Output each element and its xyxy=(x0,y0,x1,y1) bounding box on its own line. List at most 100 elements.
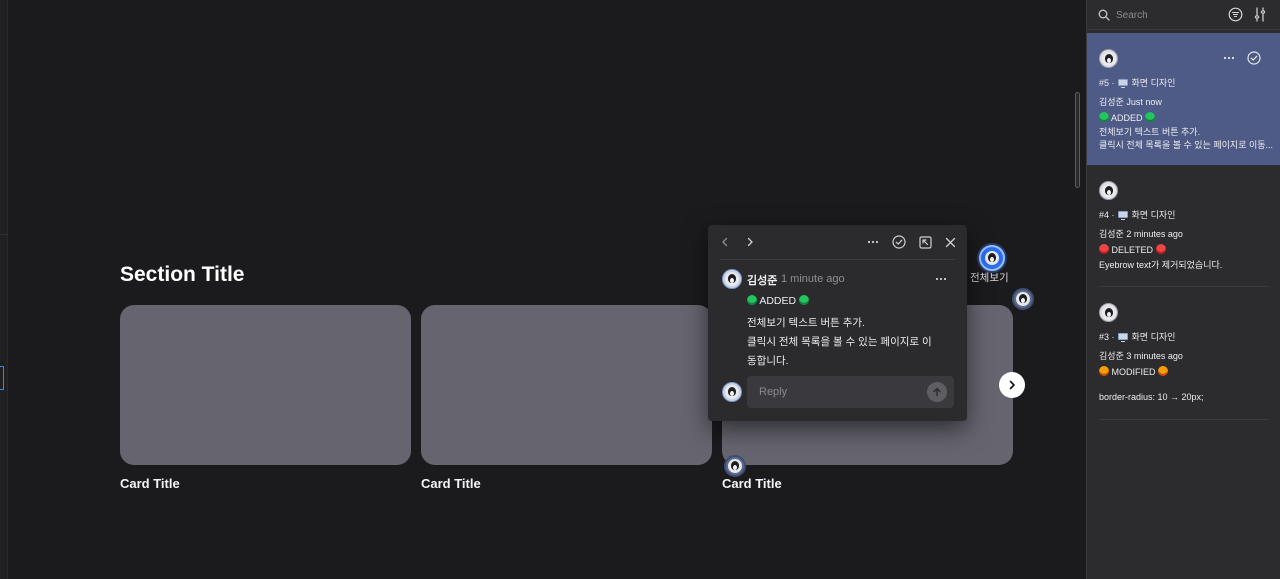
thread-frame: 화면 디자인 xyxy=(1131,210,1176,220)
avatar xyxy=(1016,292,1030,306)
thread-author-line: 김성준 Just now xyxy=(1099,95,1162,108)
comment-pin-3[interactable] xyxy=(724,455,746,477)
comment-pin-4[interactable] xyxy=(1012,288,1034,310)
comment-status: ADDED xyxy=(759,295,797,307)
comment-popup-toolbar xyxy=(708,225,967,259)
left-edge-strip xyxy=(0,0,8,579)
see-all-link[interactable]: 전체보기 xyxy=(970,270,1009,285)
thread-body-line: border-radius: 10 → 20px; xyxy=(1099,392,1204,402)
card-title-1: Card Title xyxy=(120,476,180,491)
green-circle-icon xyxy=(1145,112,1156,122)
thread-status: DELETED xyxy=(1111,245,1154,255)
avatar xyxy=(728,459,742,473)
comment-author: 김성준 xyxy=(747,275,778,287)
card-image-2 xyxy=(421,305,712,465)
next-comment-button[interactable] xyxy=(741,233,759,251)
more-icon xyxy=(935,277,947,281)
left-edge-divider xyxy=(0,234,8,235)
reply-box xyxy=(747,376,954,408)
thread-time: 3 minutes ago xyxy=(1126,351,1183,361)
more-icon xyxy=(867,240,879,244)
filter-icon xyxy=(1228,7,1243,22)
thread-frame: 화면 디자인 xyxy=(1131,332,1176,342)
thread-heading: #4 · 화면 디자인 xyxy=(1099,210,1176,220)
open-in-panel-button[interactable] xyxy=(916,233,934,251)
thread-body-line: Eyebrow text가 제거되었습니다. xyxy=(1099,260,1223,270)
comment-body-line: 전체보기 텍스트 버튼 추가. xyxy=(747,317,865,329)
left-edge-selection-marker xyxy=(0,366,4,390)
comment-more-button[interactable] xyxy=(932,270,950,288)
filter-button[interactable] xyxy=(1228,7,1243,27)
sliders-icon xyxy=(1254,7,1266,22)
green-circle-icon xyxy=(1099,112,1109,122)
comment-thread-4[interactable]: #4 · 화면 디자인 김성준 2 minutes ago DELETED Ey… xyxy=(1087,165,1280,287)
thread-frame: 화면 디자인 xyxy=(1131,78,1176,88)
red-circle-icon xyxy=(1099,244,1109,254)
thread-status-line: MODIFIED xyxy=(1099,366,1275,377)
check-circle-icon xyxy=(1247,51,1261,65)
avatar-image xyxy=(725,272,739,286)
thread-author: 김성준 xyxy=(1099,229,1124,239)
comment-pin-5[interactable] xyxy=(979,245,1005,271)
thread-time: Just now xyxy=(1126,97,1162,107)
orange-circle-icon xyxy=(1158,366,1169,376)
thread-status-line: DELETED xyxy=(1099,244,1275,255)
reply-avatar xyxy=(722,382,742,402)
green-circle-icon xyxy=(747,295,757,305)
popup-divider xyxy=(720,259,955,260)
chevron-left-icon xyxy=(722,237,728,247)
comment-time: 1 minute ago xyxy=(781,273,845,285)
comment-thread-5[interactable]: #5 · 화면 디자인 김성준 Just now ADDED 전체보기 텍스트 … xyxy=(1087,33,1280,165)
more-icon xyxy=(1223,56,1235,60)
avatar-image xyxy=(1101,305,1116,320)
carousel-next-button[interactable] xyxy=(999,372,1025,398)
thread-number: #5 xyxy=(1099,78,1110,88)
card-title-2: Card Title xyxy=(421,476,481,491)
search-bar xyxy=(1087,0,1280,30)
card-image-1 xyxy=(120,305,411,465)
thread-resolve-button[interactable] xyxy=(1245,49,1263,67)
red-circle-icon xyxy=(1155,244,1166,254)
canvas-scrollbar[interactable] xyxy=(1075,92,1080,188)
monitor-icon xyxy=(1118,211,1129,220)
thread-time: 2 minutes ago xyxy=(1126,229,1183,239)
thread-more-button[interactable] xyxy=(1220,49,1238,67)
thread-divider xyxy=(1099,419,1269,420)
search-icon xyxy=(1098,8,1110,26)
search-input[interactable] xyxy=(1116,8,1216,22)
green-circle-icon xyxy=(799,295,810,305)
section-title: Section Title xyxy=(120,263,245,286)
thread-number: #4 xyxy=(1099,210,1110,220)
orange-circle-icon xyxy=(1099,366,1109,376)
thread-body-line: 전체보기 텍스트 버튼 추가. xyxy=(1099,127,1201,137)
thread-body-line: 클릭시 전체 목록을 볼 수 있는 페이지로 이동... xyxy=(1099,140,1274,150)
thread-avatar xyxy=(1099,181,1118,200)
sort-options-button[interactable] xyxy=(1253,7,1267,27)
avatar-image xyxy=(1101,51,1116,66)
resolve-button[interactable] xyxy=(890,233,908,251)
comment-body-line: 동합니다. xyxy=(747,355,789,367)
comment-body-line: 클릭시 전체 목록을 볼 수 있는 페이지로 이 xyxy=(747,336,932,348)
thread-status-line: ADDED xyxy=(1099,112,1275,123)
thread-author-line: 김성준 2 minutes ago xyxy=(1099,227,1183,240)
monitor-icon xyxy=(1118,79,1129,88)
thread-status: ADDED xyxy=(1111,113,1143,123)
more-options-button[interactable] xyxy=(864,233,882,251)
thread-author-line: 김성준 3 minutes ago xyxy=(1099,349,1183,362)
thread-number: #3 xyxy=(1099,332,1110,342)
thread-avatar xyxy=(1099,49,1118,68)
comment-thread-3[interactable]: #3 · 화면 디자인 김성준 3 minutes ago MODIFIED b… xyxy=(1087,287,1280,421)
reply-input[interactable] xyxy=(759,384,919,400)
monitor-icon xyxy=(1118,333,1129,342)
chevron-right-icon xyxy=(747,237,753,247)
close-icon xyxy=(945,237,955,247)
send-reply-button[interactable] xyxy=(927,382,947,402)
avatar-image xyxy=(1101,183,1116,198)
thread-author: 김성준 xyxy=(1099,351,1124,361)
comment-status-line: ADDED xyxy=(747,295,810,307)
arrow-up-icon xyxy=(933,387,941,397)
comment-author-avatar xyxy=(722,269,742,289)
expand-icon xyxy=(918,235,932,249)
close-popup-button[interactable] xyxy=(941,233,959,251)
previous-comment-button[interactable] xyxy=(716,233,734,251)
